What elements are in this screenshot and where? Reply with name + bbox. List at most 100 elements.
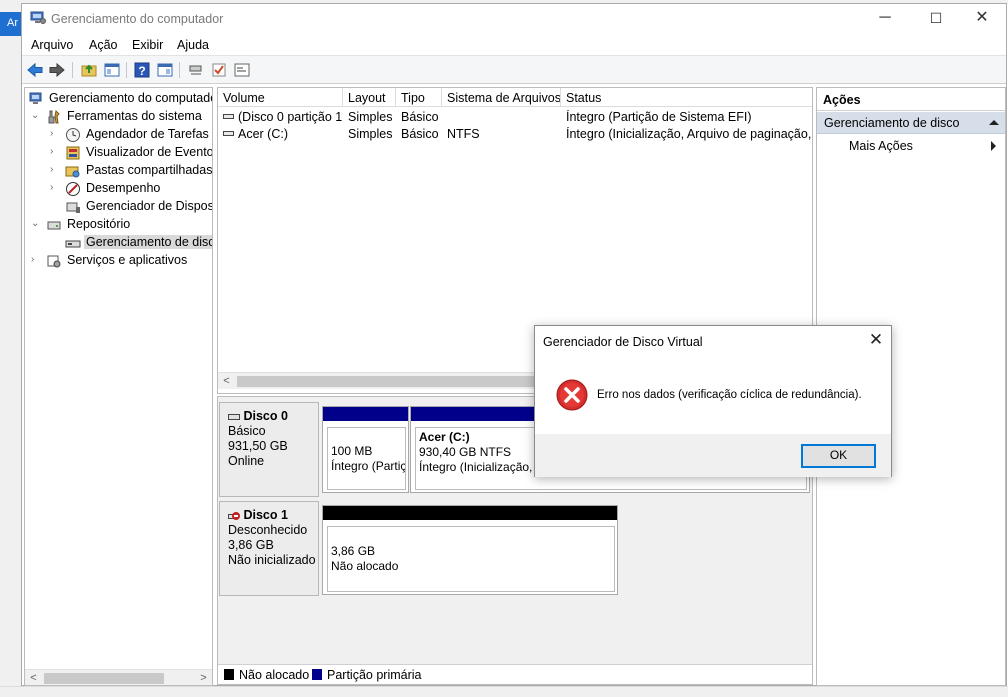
disk-1-label[interactable]: Disco 1 Desconhecido 3,86 GB Não inicial… bbox=[219, 501, 319, 596]
tree-item-label: Agendador de Tarefas bbox=[86, 127, 209, 141]
dialog-close-icon[interactable]: ✕ bbox=[861, 328, 891, 352]
desktop-background-strip: Ar bbox=[0, 0, 21, 697]
column-header-status[interactable]: Status bbox=[561, 88, 812, 107]
connect-icon[interactable] bbox=[187, 61, 205, 79]
disk-icon bbox=[228, 413, 240, 420]
background-window-label: Ar bbox=[0, 12, 21, 36]
tree-item-gerenciamento-disco[interactable]: Gerenciamento de disco bbox=[25, 234, 212, 252]
tree-item-label: Serviços e aplicativos bbox=[67, 253, 188, 267]
device-manager-icon bbox=[66, 202, 80, 213]
dialog-title: Gerenciador de Disco Virtual bbox=[543, 335, 703, 349]
tree-item-label: Gerenciamento de disco bbox=[84, 235, 212, 249]
disk-type: Básico bbox=[228, 424, 266, 438]
properties-icon[interactable] bbox=[156, 61, 174, 79]
tree-root[interactable]: Gerenciamento do computado bbox=[27, 90, 212, 108]
tree-item-label: Repositório bbox=[67, 217, 131, 231]
cell-volume: Acer (C:) bbox=[238, 127, 288, 141]
expand-chevron-icon[interactable]: › bbox=[50, 164, 60, 178]
cell-layout: Simples bbox=[348, 110, 393, 124]
dialog-message: Erro nos dados (verificação cíclica de r… bbox=[597, 389, 862, 401]
tree-item-visualizador[interactable]: › Visualizador de Eventos bbox=[25, 144, 213, 162]
scroll-right-arrow-icon[interactable]: > bbox=[195, 670, 212, 685]
tree-item-label: Pastas compartilhadas bbox=[86, 163, 213, 177]
cell-volume: (Disco 0 partição 1) bbox=[238, 110, 342, 124]
shared-folder-icon bbox=[65, 166, 80, 178]
partition-efi[interactable]: 100 MB Íntegro (Partiç bbox=[322, 406, 409, 493]
check-icon[interactable] bbox=[210, 61, 228, 79]
menu-ajuda[interactable]: Ajuda bbox=[177, 38, 209, 52]
disk-size: 931,50 GB bbox=[228, 439, 288, 453]
expand-chevron-icon[interactable]: › bbox=[50, 128, 60, 142]
column-header-volume[interactable]: Volume bbox=[218, 88, 343, 107]
cell-layout: Simples bbox=[348, 127, 393, 141]
computer-management-icon bbox=[29, 92, 42, 104]
partition-status: Íntegro (Partiç bbox=[331, 459, 406, 473]
tree-horizontal-scrollbar[interactable]: < > bbox=[25, 669, 212, 685]
tree-item-label: Gerenciador de Disposit bbox=[86, 199, 213, 213]
more-actions-item[interactable]: Mais Ações bbox=[817, 136, 1005, 156]
up-folder-icon[interactable] bbox=[80, 61, 98, 79]
menu-acao[interactable]: Ação bbox=[89, 38, 118, 52]
scroll-left-arrow-icon[interactable]: < bbox=[218, 373, 235, 390]
expand-chevron-icon[interactable]: › bbox=[50, 146, 60, 160]
tree-item-gerenciador-dispositivos[interactable]: Gerenciador de Disposit bbox=[25, 198, 213, 216]
partition-info: 100 MB Íntegro (Partiç bbox=[327, 427, 406, 490]
cell-status: Íntegro (Inicialização, Arquivo de pagin… bbox=[566, 127, 812, 141]
table-row[interactable]: Acer (C:) Simples Básico NTFS Íntegro (I… bbox=[218, 125, 812, 142]
actions-section-disk-management[interactable]: Gerenciamento de disco bbox=[817, 112, 1005, 134]
svg-text:?: ? bbox=[138, 64, 145, 78]
collapse-up-icon[interactable] bbox=[989, 119, 999, 126]
tools-icon bbox=[48, 109, 60, 124]
close-button[interactable]: ✕ bbox=[959, 4, 1005, 34]
tree-item-label: Ferramentas do sistema bbox=[67, 109, 202, 123]
minimize-button[interactable]: ─ bbox=[862, 4, 908, 34]
window-title: Gerenciamento do computador bbox=[51, 12, 224, 26]
show-hide-tree-icon[interactable] bbox=[103, 61, 121, 79]
scroll-thumb[interactable] bbox=[237, 376, 537, 387]
collapse-chevron-icon[interactable]: ⌄ bbox=[31, 110, 41, 124]
menu-exibir[interactable]: Exibir bbox=[132, 38, 163, 52]
storage-icon bbox=[47, 221, 61, 230]
collapse-chevron-icon[interactable]: ⌄ bbox=[31, 218, 41, 232]
error-icon bbox=[556, 379, 588, 411]
disk-0-label[interactable]: Disco 0 Básico 931,50 GB Online bbox=[219, 402, 319, 497]
taskbar-strip bbox=[0, 686, 1008, 697]
help-icon[interactable]: ? bbox=[133, 61, 151, 79]
scroll-left-arrow-icon[interactable]: < bbox=[25, 670, 42, 685]
tree-item-pastas[interactable]: › Pastas compartilhadas bbox=[25, 162, 213, 180]
disk-type: Desconhecido bbox=[228, 523, 308, 537]
tree-item-desempenho[interactable]: › Desempenho bbox=[25, 180, 211, 198]
tree-item-repositorio[interactable]: ⌄ Repositório bbox=[25, 216, 211, 234]
disk-name: Disco 1 bbox=[243, 508, 288, 522]
column-header-sistema-arquivos[interactable]: Sistema de Arquivos bbox=[442, 88, 561, 107]
volume-icon bbox=[223, 131, 234, 136]
partition-unallocated[interactable]: 3,86 GB Não alocado bbox=[322, 505, 618, 595]
partition-size: 3,86 GB bbox=[331, 544, 376, 558]
forward-arrow-icon[interactable] bbox=[48, 61, 66, 79]
tree-item-label: Visualizador de Eventos bbox=[86, 145, 213, 159]
column-header-tipo[interactable]: Tipo bbox=[396, 88, 442, 107]
console-icon[interactable] bbox=[233, 61, 251, 79]
back-arrow-icon[interactable] bbox=[26, 61, 44, 79]
tree-item-label: Desempenho bbox=[86, 181, 161, 195]
tree-item-ferramentas[interactable]: ⌄ Ferramentas do sistema bbox=[25, 108, 211, 126]
partition-info: 3,86 GB Não alocado bbox=[327, 526, 615, 592]
expand-chevron-icon[interactable]: › bbox=[50, 182, 60, 196]
ok-button[interactable]: OK bbox=[801, 444, 876, 468]
tree-item-servicos[interactable]: › Serviços e aplicativos bbox=[25, 252, 211, 270]
title-bar: Gerenciamento do computador ─ ☐ ✕ bbox=[22, 4, 1006, 34]
disk-name: Disco 0 bbox=[243, 409, 288, 423]
scroll-thumb[interactable] bbox=[44, 673, 164, 684]
table-row[interactable]: (Disco 0 partição 1) Simples Básico Ínte… bbox=[218, 108, 812, 125]
clock-icon bbox=[66, 128, 80, 142]
toolbar-separator bbox=[72, 62, 73, 78]
expand-chevron-icon[interactable]: › bbox=[31, 254, 41, 268]
menu-arquivo[interactable]: Arquivo bbox=[31, 38, 73, 52]
disk-1-row: Disco 1 Desconhecido 3,86 GB Não inicial… bbox=[218, 501, 812, 596]
tree-item-agendador[interactable]: › Agendador de Tarefas bbox=[25, 126, 211, 144]
column-header-layout[interactable]: Layout bbox=[343, 88, 396, 107]
maximize-button[interactable]: ☐ bbox=[913, 4, 959, 34]
computer-management-icon bbox=[30, 11, 46, 24]
